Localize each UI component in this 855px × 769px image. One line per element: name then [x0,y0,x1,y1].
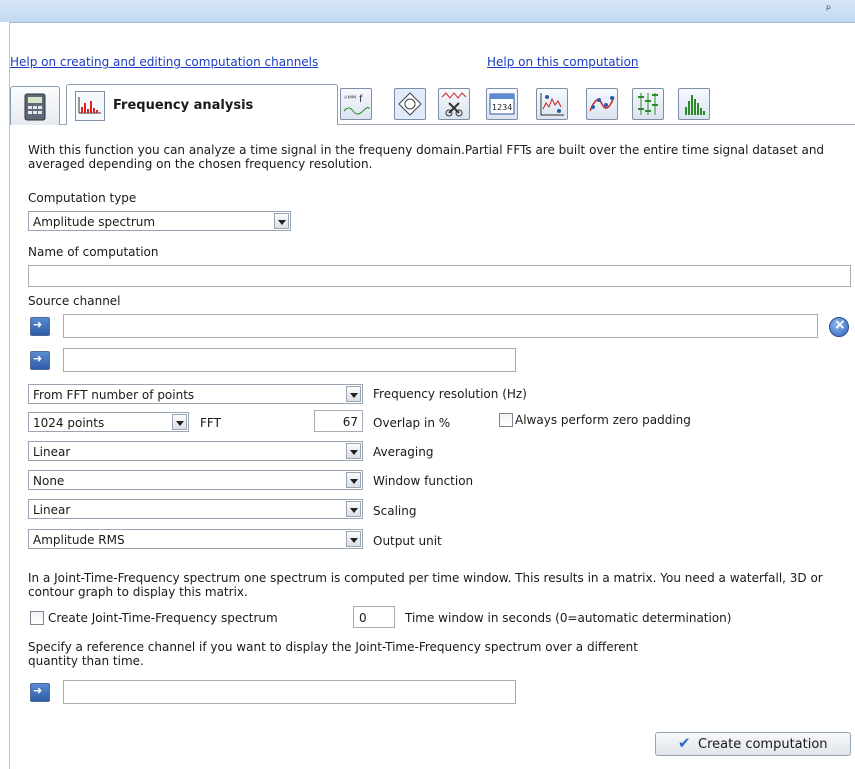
zero-padding-label: Always perform zero padding [515,413,691,427]
averaging-label: Averaging [373,445,434,459]
pin-icon[interactable]: ᵖ [826,2,831,16]
cut-signal-icon[interactable] [438,88,470,120]
svg-text:1234: 1234 [492,103,512,112]
calculator-icon [24,93,46,121]
tab-frequency-analysis-label: Frequency analysis [113,98,254,113]
chevron-down-icon [346,443,361,459]
computation-tab-strip: Frequency analysis ᴬᴹᴹ f 1234 [10,80,855,125]
checkmark-icon: ✔ [678,734,691,752]
frequency-resolution-value: From FFT number of points [33,388,195,402]
frequency-analysis-icon [75,91,105,121]
window-function-select[interactable]: None [28,470,363,490]
chevron-down-icon [172,414,187,430]
jtf-description: In a Joint-Time-Frequency spectrum one s… [28,571,823,599]
chevron-down-icon [346,386,361,402]
clear-source-icon[interactable] [829,317,849,337]
help-computation-link[interactable]: Help on this computation [487,55,639,69]
window-left-border [0,22,10,769]
svg-text:f: f [359,94,363,105]
averaging-value: Linear [33,445,71,459]
chevron-down-icon [274,213,289,229]
tab-frequency-analysis[interactable]: Frequency analysis [66,84,338,125]
frequency-resolution-label: Frequency resolution (Hz) [373,387,527,401]
diamond-icon[interactable] [394,88,426,120]
window-title-bar: ᵖ [0,0,855,23]
fft-points-value: 1024 points [33,416,105,430]
name-input[interactable] [28,265,851,287]
source-channel-input[interactable] [63,314,818,338]
reference-channel-input[interactable] [63,680,516,704]
chevron-down-icon [346,531,361,547]
source-select-arrow-button[interactable] [30,317,50,336]
frequency-resolution-select[interactable]: From FFT number of points [28,384,363,404]
scaling-value: Linear [33,503,71,517]
window-function-value: None [33,474,65,488]
scatter-icon[interactable] [536,88,568,120]
help-channels-link[interactable]: Help on creating and editing computation… [10,55,318,69]
chevron-down-icon [346,472,361,488]
fft-points-select[interactable]: 1024 points [28,412,189,432]
jtf-checkbox-label: Create Joint-Time-Frequency spectrum [48,611,278,625]
output-unit-label: Output unit [373,534,442,548]
source-channel-label: Source channel [28,294,121,308]
tab-calculator[interactable] [10,86,60,125]
jtf-checkbox[interactable] [30,611,44,625]
number-1234-icon[interactable]: 1234 [486,88,518,120]
time-window-value: 0 [359,611,367,625]
reference-select-arrow-button[interactable] [30,683,50,702]
create-computation-button[interactable]: ✔ Create computation [655,732,851,756]
curve-fit-icon[interactable] [586,88,618,120]
computation-type-value: Amplitude spectrum [33,215,156,229]
output-unit-select[interactable]: Amplitude RMS [28,529,363,549]
output-unit-value: Amplitude RMS [33,533,125,547]
filter-fg-icon[interactable]: ᴬᴹᴹ f [340,88,372,120]
time-window-label: Time window in seconds (0=automatic dete… [405,611,732,625]
description-text: With this function you can analyze a tim… [28,143,825,171]
fft-label: FFT [200,416,221,430]
histogram-icon[interactable] [678,88,710,120]
source-channel-2-input[interactable] [63,348,516,372]
name-label: Name of computation [28,245,159,259]
time-window-input[interactable]: 0 [353,606,395,628]
overlap-label: Overlap in % [373,416,451,430]
overlap-value: 67 [342,415,358,429]
scaling-select[interactable]: Linear [28,499,363,519]
computation-type-select[interactable]: Amplitude spectrum [28,211,291,231]
chevron-down-icon [346,501,361,517]
create-computation-label: Create computation [698,737,828,752]
reference-description: Specify a reference channel if you want … [28,640,638,668]
overlap-input[interactable]: 67 [314,410,363,432]
scaling-label: Scaling [373,504,417,518]
computation-type-label: Computation type [28,191,137,205]
window-function-label: Window function [373,474,474,488]
zero-padding-checkbox[interactable] [499,413,513,427]
averaging-select[interactable]: Linear [28,441,363,461]
statistics-icon[interactable] [632,88,664,120]
svg-text:ᴬᴹᴹ: ᴬᴹᴹ [344,94,356,103]
source2-select-arrow-button[interactable] [30,351,50,370]
